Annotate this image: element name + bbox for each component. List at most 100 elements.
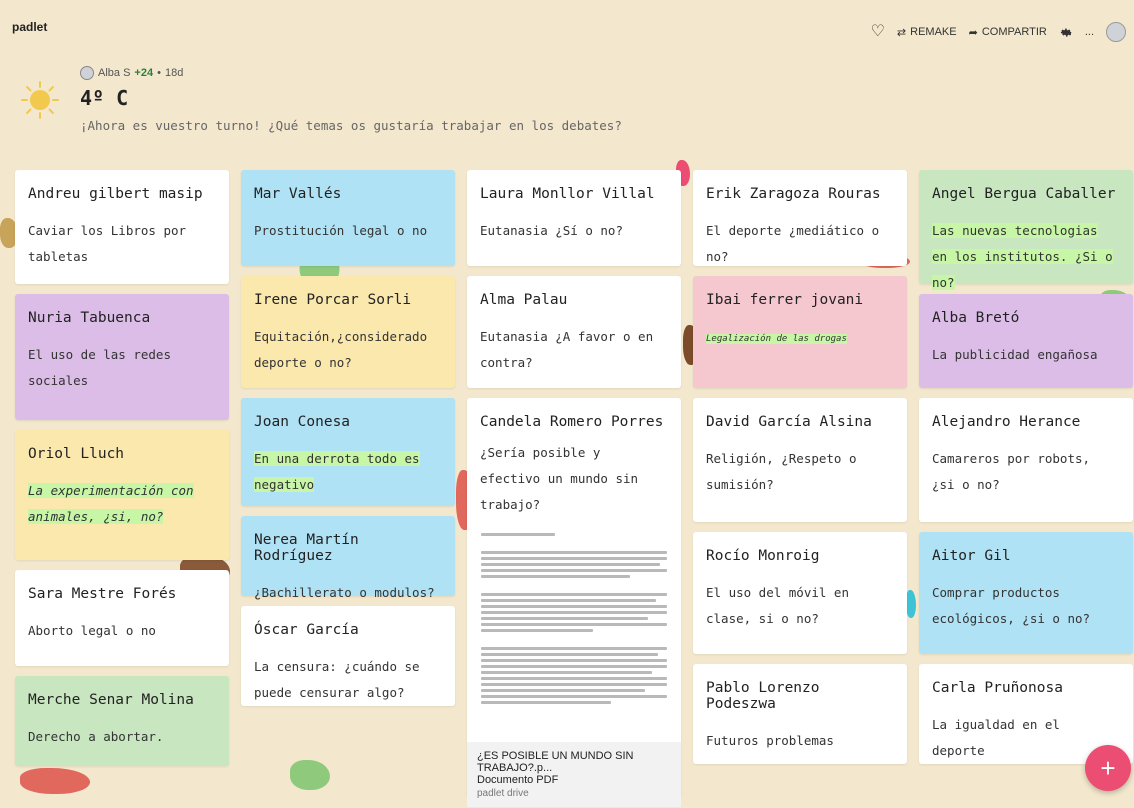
post-author: Sara Mestre Forés xyxy=(28,586,177,602)
brand-logo[interactable]: padlet xyxy=(12,20,47,34)
attachment-source: padlet drive xyxy=(477,788,529,799)
post-card[interactable]: David García Alsina Religión, ¿Respeto o… xyxy=(693,398,907,522)
post-body: ¿Bachillerato o modulos? xyxy=(254,585,435,600)
post-meta: Alba S +24 • 18d xyxy=(80,66,183,80)
post-author: Erik Zaragoza Rouras xyxy=(706,186,881,202)
meta-separator: • xyxy=(157,67,161,79)
post-body: Camareros por robots, ¿si o no? xyxy=(932,451,1091,492)
post-body: El deporte ¿mediático o no? xyxy=(706,223,880,264)
post-author: Laura Monllor Villal xyxy=(480,186,655,202)
post-card[interactable]: Merche Senar Molina Derecho a abortar. xyxy=(15,676,229,766)
post-card[interactable]: Nuria Tabuenca El uso de las redes socia… xyxy=(15,294,229,420)
author-avatar xyxy=(80,66,94,80)
post-author: Nerea Martín Rodríguez xyxy=(254,532,359,564)
post-age: 18d xyxy=(164,67,184,79)
page-description: ¡Ahora es vuestro turno! ¿Qué temas os g… xyxy=(80,118,622,133)
post-body: Eutanasia ¿Sí o no? xyxy=(480,223,623,238)
post-body: Futuros problemas xyxy=(706,733,834,748)
heart-icon[interactable]: ♡ xyxy=(871,24,885,40)
post-body: Religión, ¿Respeto o sumisión? xyxy=(706,451,857,492)
post-card[interactable]: Alma Palau Eutanasia ¿A favor o en contr… xyxy=(467,276,681,388)
post-card[interactable]: Alejandro Herance Camareros por robots, … xyxy=(919,398,1133,522)
attachment-title: ¿ES POSIBLE UN MUNDO SIN TRABAJO?.p... xyxy=(477,750,634,774)
post-body: Eutanasia ¿A favor o en contra? xyxy=(480,329,654,370)
post-card[interactable]: Irene Porcar Sorli Equitación,¿considera… xyxy=(241,276,455,388)
post-author: Andreu gilbert masip xyxy=(28,186,203,202)
post-card[interactable]: Angel Bergua Caballer Las nuevas tecnolo… xyxy=(919,170,1133,290)
add-post-button[interactable]: + xyxy=(1085,745,1131,791)
post-body: El uso del móvil en clase, si o no? xyxy=(706,585,849,626)
page-title: 4º C xyxy=(80,86,129,110)
post-body: Aborto legal o no xyxy=(28,623,156,638)
sun-icon xyxy=(21,81,59,119)
post-card[interactable]: Aitor Gil Comprar productos ecológicos, … xyxy=(919,532,1133,654)
post-card[interactable]: Ibai ferrer jovani Legalización de las d… xyxy=(693,276,907,388)
post-body: La experimentación con animales, ¿si, no… xyxy=(28,483,194,524)
gear-icon xyxy=(1060,28,1072,37)
post-body: Las nuevas tecnologias en los institutos… xyxy=(932,223,1113,290)
post-author: Carla Pruñonosa xyxy=(932,680,1063,696)
post-author: Oriol Lluch xyxy=(28,446,125,462)
post-author: Ibai ferrer jovani xyxy=(706,292,864,308)
more-button[interactable]: ... xyxy=(1085,26,1094,38)
post-card[interactable]: Alba Bretó La publicidad engañosa xyxy=(919,294,1133,388)
post-body: Derecho a abortar. xyxy=(28,729,164,744)
avatar[interactable] xyxy=(1106,22,1126,42)
decor-blob xyxy=(290,760,330,790)
decor-blob xyxy=(906,590,916,618)
pdf-preview[interactable] xyxy=(477,524,671,742)
post-body: Legalización de las drogas xyxy=(706,334,847,344)
post-card[interactable]: Nerea Martín Rodríguez ¿Bachillerato o m… xyxy=(241,516,455,600)
post-body: Prostitución legal o no xyxy=(254,223,428,238)
post-author: Merche Senar Molina xyxy=(28,692,194,708)
post-author: Alma Palau xyxy=(480,292,568,308)
post-body: La censura: ¿cuándo se puede censurar al… xyxy=(254,659,420,700)
post-author: Aitor Gil xyxy=(932,548,1011,564)
post-author: Angel Bergua Caballer xyxy=(932,186,1116,202)
post-body: ¿Sería posible y efectivo un mundo sin t… xyxy=(480,445,639,512)
post-card[interactable]: Pablo Lorenzo Podeszwa Futuros problemas xyxy=(693,664,907,764)
post-card[interactable]: Candela Romero Porres ¿Sería posible y e… xyxy=(467,398,681,807)
post-author: Mar Vallés xyxy=(254,186,342,202)
toolbar: ♡ ⇄ REMAKE ➦ COMPARTIR ... xyxy=(871,22,1126,42)
column-3: Laura Monllor Villal Eutanasia ¿Sí o no?… xyxy=(467,170,681,808)
attachment-info[interactable]: ¿ES POSIBLE UN MUNDO SIN TRABAJO?.p... D… xyxy=(467,742,681,807)
post-card[interactable]: Andreu gilbert masip Caviar los Libros p… xyxy=(15,170,229,284)
post-body: En una derrota todo es negativo xyxy=(254,451,420,492)
post-card[interactable]: Joan Conesa En una derrota todo es negat… xyxy=(241,398,455,506)
post-body: Comprar productos ecológicos, ¿si o no? xyxy=(932,585,1091,626)
post-body: El uso de las redes sociales xyxy=(28,347,171,388)
post-header: Candela Romero Porres ¿Sería posible y e… xyxy=(467,398,681,524)
post-body: Equitación,¿considerado deporte o no? xyxy=(254,329,428,370)
post-card[interactable]: Rocío Monroig El uso del móvil en clase,… xyxy=(693,532,907,654)
column-2: Mar Vallés Prostitución legal o no Irene… xyxy=(241,170,455,716)
share-button[interactable]: ➦ COMPARTIR xyxy=(969,26,1047,39)
post-body: Caviar los Libros por tabletas xyxy=(28,223,187,264)
post-card[interactable]: Sara Mestre Forés Aborto legal o no xyxy=(15,570,229,666)
post-card[interactable]: Óscar García La censura: ¿cuándo se pued… xyxy=(241,606,455,706)
author-name[interactable]: Alba S xyxy=(98,67,130,79)
post-author: Nuria Tabuenca xyxy=(28,310,151,326)
attachment-type: Documento PDF xyxy=(477,774,559,786)
post-author: Alba Bretó xyxy=(932,310,1020,326)
column-1: Andreu gilbert masip Caviar los Libros p… xyxy=(15,170,229,776)
contributors-count[interactable]: +24 xyxy=(134,67,153,79)
share-icon: ➦ xyxy=(968,26,978,39)
post-author: Joan Conesa xyxy=(254,414,351,430)
post-card[interactable]: Mar Vallés Prostitución legal o no xyxy=(241,170,455,266)
top-bar: padlet ♡ ⇄ REMAKE ➦ COMPARTIR ... xyxy=(0,0,1134,52)
post-author: Candela Romero Porres xyxy=(480,414,664,430)
column-4: Erik Zaragoza Rouras El deporte ¿mediáti… xyxy=(693,170,907,774)
column-5: Angel Bergua Caballer Las nuevas tecnolo… xyxy=(919,170,1133,774)
remake-icon: ⇄ xyxy=(896,26,907,39)
post-author: Irene Porcar Sorli xyxy=(254,292,412,308)
post-author: Alejandro Herance xyxy=(932,414,1081,430)
post-body: La publicidad engañosa xyxy=(932,347,1098,362)
post-author: Óscar García xyxy=(254,622,359,638)
settings-button[interactable] xyxy=(1059,25,1073,39)
post-author: Pablo Lorenzo Podeszwa xyxy=(706,680,820,712)
post-card[interactable]: Oriol Lluch La experimentación con anima… xyxy=(15,430,229,560)
post-card[interactable]: Erik Zaragoza Rouras El deporte ¿mediáti… xyxy=(693,170,907,266)
remake-button[interactable]: ⇄ REMAKE xyxy=(897,26,957,39)
post-card[interactable]: Laura Monllor Villal Eutanasia ¿Sí o no? xyxy=(467,170,681,266)
